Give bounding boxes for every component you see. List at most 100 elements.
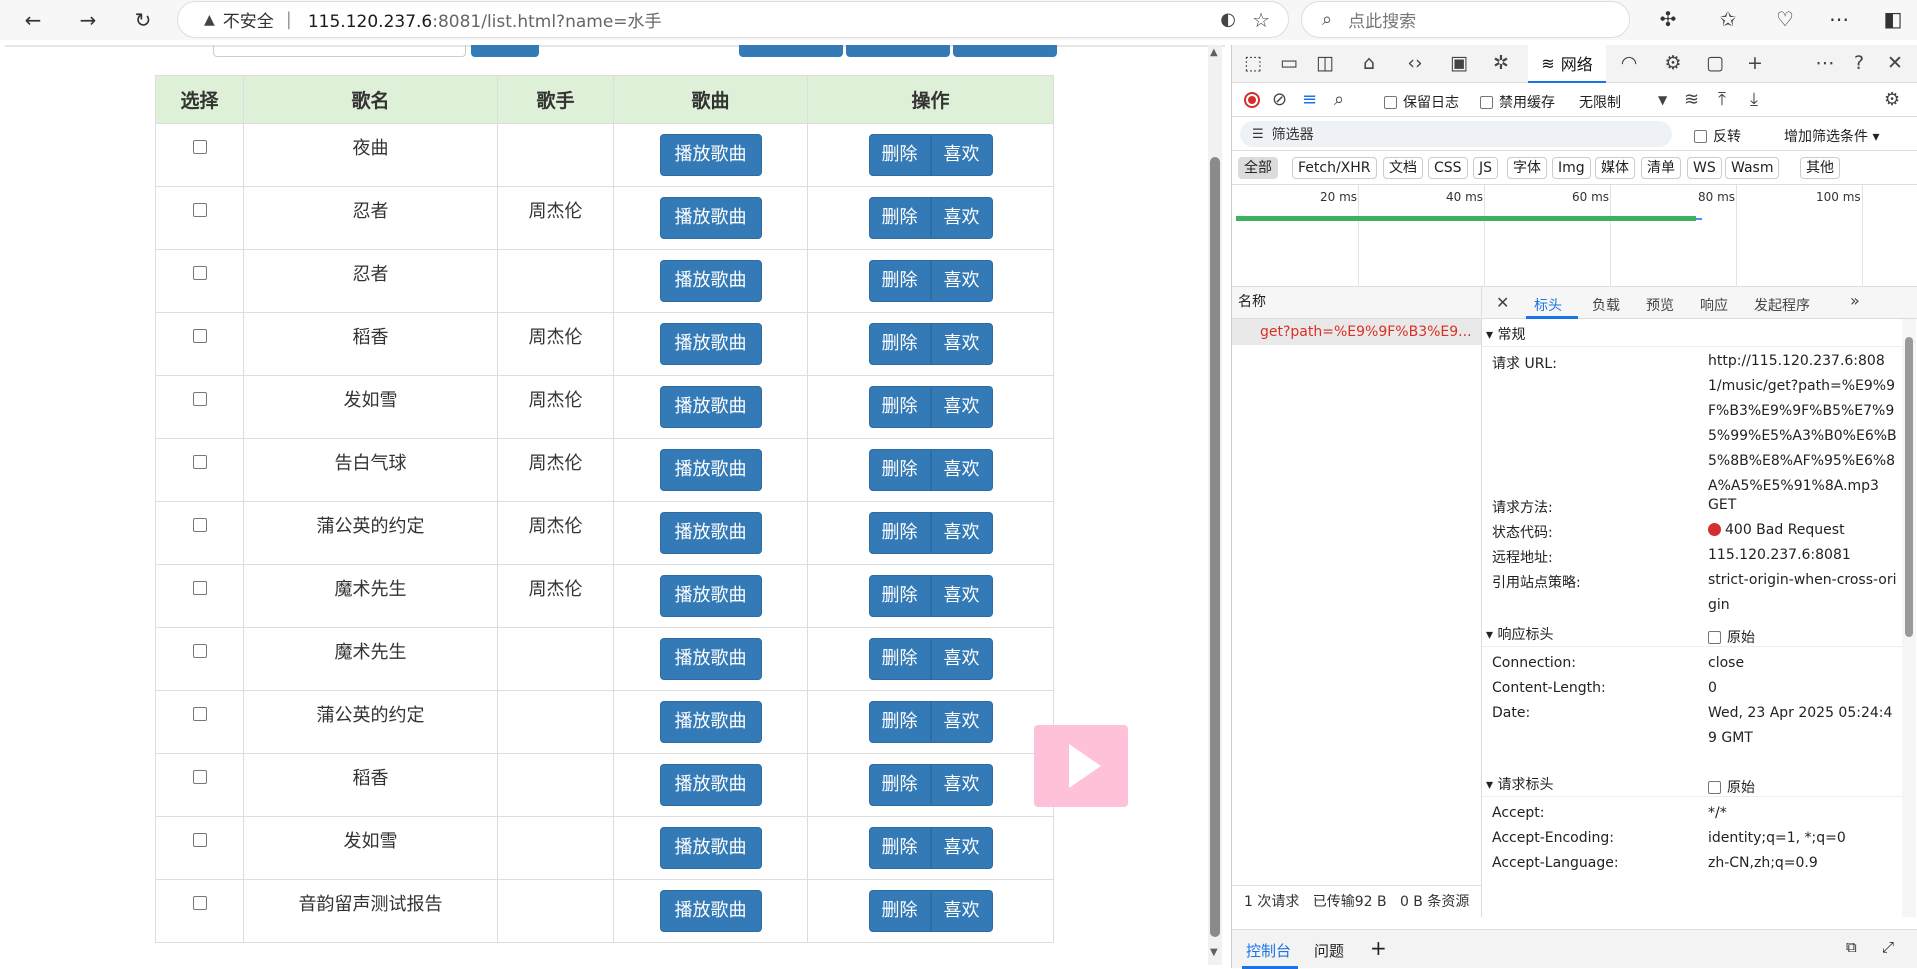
row-checkbox[interactable] [192, 266, 207, 280]
type-filter-media[interactable]: 媒体 [1595, 157, 1635, 179]
like-button[interactable]: 喜欢 [930, 764, 993, 806]
upload-icon[interactable]: ⤒ [1718, 89, 1726, 110]
delete-button[interactable]: 删除 [868, 512, 931, 554]
reload-icon[interactable]: ↻ [128, 5, 158, 35]
scroll-up-icon[interactable]: ▲ [1210, 47, 1218, 58]
delete-button[interactable]: 删除 [868, 449, 931, 491]
settings-gear-icon[interactable]: ⚙ [1660, 52, 1686, 74]
sidebar-icon[interactable]: ◧ [1880, 7, 1906, 31]
preserve-log-checkbox[interactable]: 保留日志 [1384, 92, 1459, 112]
song-search-input[interactable] [213, 45, 466, 57]
like-button[interactable]: 喜欢 [930, 638, 993, 680]
play-song-button[interactable]: 播放歌曲 [659, 638, 762, 680]
drawer-add-icon[interactable]: + [1370, 936, 1387, 960]
play-song-button[interactable]: 播放歌曲 [659, 890, 762, 932]
add-tab-icon[interactable]: + [1742, 52, 1768, 74]
welcome-icon[interactable]: ⌂ [1356, 52, 1382, 74]
dock-drawer-icon[interactable]: ⧉ [1846, 938, 1857, 956]
like-button[interactable]: 喜欢 [930, 386, 993, 428]
favorites-icon[interactable]: ✩ [1715, 7, 1741, 31]
page-scrollbar[interactable]: ▲ ▼ [1208, 45, 1222, 965]
floating-play-button[interactable] [1034, 725, 1128, 807]
filter-input[interactable]: ☰ 筛选器 [1240, 121, 1672, 147]
type-filter-js[interactable]: JS [1473, 157, 1499, 179]
delete-button[interactable]: 删除 [868, 827, 931, 869]
search-box[interactable]: ⌕ 点此搜索 [1301, 1, 1630, 38]
browser-essentials-icon[interactable]: ♡ [1772, 7, 1798, 31]
play-song-button[interactable]: 播放歌曲 [659, 827, 762, 869]
more-filters-dropdown[interactable]: 增加筛选条件 ▾ [1784, 126, 1879, 146]
disable-cache-checkbox[interactable]: 禁用缓存 [1480, 92, 1555, 112]
type-filter-doc[interactable]: 文档 [1383, 157, 1423, 179]
play-song-button[interactable]: 播放歌曲 [659, 575, 762, 617]
type-filter-img[interactable]: Img [1552, 157, 1591, 179]
like-button[interactable]: 喜欢 [930, 512, 993, 554]
toolbar-button-1[interactable] [739, 45, 843, 57]
forward-icon[interactable]: → [73, 5, 103, 35]
network-timeline[interactable]: 20 ms 40 ms 60 ms 80 ms 100 ms [1232, 185, 1917, 287]
like-button[interactable]: 喜欢 [930, 890, 993, 932]
row-checkbox[interactable] [192, 896, 207, 910]
like-button[interactable]: 喜欢 [930, 701, 993, 743]
row-checkbox[interactable] [192, 140, 207, 154]
row-checkbox[interactable] [192, 833, 207, 847]
expand-drawer-icon[interactable]: ⤢ [1882, 938, 1894, 956]
sources-icon[interactable]: ✲ [1488, 52, 1514, 74]
more-tabs-icon[interactable]: » [1850, 291, 1860, 310]
delete-button[interactable]: 删除 [868, 134, 931, 176]
delete-button[interactable]: 删除 [868, 638, 931, 680]
row-checkbox[interactable] [192, 644, 207, 658]
row-checkbox[interactable] [192, 392, 207, 406]
more-tools-icon[interactable]: ⋯ [1812, 52, 1838, 74]
request-headers-section-header[interactable]: ▾ 请求标头 [1482, 773, 1902, 797]
play-song-button[interactable]: 播放歌曲 [659, 260, 762, 302]
tab-initiator[interactable]: 发起程序 [1754, 295, 1810, 315]
response-raw-checkbox[interactable]: 原始 [1708, 627, 1755, 647]
favorite-star-icon[interactable]: ☆ [1252, 8, 1270, 32]
tab-response[interactable]: 响应 [1700, 295, 1728, 315]
tab-network[interactable]: ≋ 网络 [1528, 45, 1606, 83]
request-raw-checkbox[interactable]: 原始 [1708, 777, 1755, 797]
performance-icon[interactable]: ◠ [1616, 52, 1642, 74]
delete-button[interactable]: 删除 [868, 701, 931, 743]
play-song-button[interactable]: 播放歌曲 [659, 197, 762, 239]
play-song-button[interactable]: 播放歌曲 [659, 512, 762, 554]
more-icon[interactable]: ⋯ [1826, 7, 1852, 31]
dock-icon[interactable]: ◫ [1312, 52, 1338, 74]
delete-button[interactable]: 删除 [868, 197, 931, 239]
delete-button[interactable]: 删除 [868, 260, 931, 302]
close-detail-icon[interactable]: ✕ [1496, 293, 1509, 312]
delete-button[interactable]: 删除 [868, 323, 931, 365]
application-icon[interactable]: ▢ [1702, 52, 1728, 74]
elements-icon[interactable]: ‹› [1402, 52, 1428, 74]
close-devtools-icon[interactable]: ✕ [1882, 52, 1908, 74]
type-filter-css[interactable]: CSS [1428, 157, 1468, 179]
clear-icon[interactable]: ⊘ [1272, 89, 1287, 110]
toolbar-button-2[interactable] [846, 45, 950, 57]
download-icon[interactable]: ⤓ [1750, 89, 1758, 110]
back-icon[interactable]: ← [18, 5, 48, 35]
play-song-button[interactable]: 播放歌曲 [659, 386, 762, 428]
name-column-header[interactable]: 名称 [1232, 287, 1481, 319]
tab-payload[interactable]: 负载 [1592, 295, 1620, 315]
general-section-header[interactable]: ▾ 常规 [1482, 323, 1902, 347]
type-filter-font[interactable]: 字体 [1507, 157, 1547, 179]
device-icon[interactable]: ▭ [1276, 52, 1302, 74]
row-checkbox[interactable] [192, 770, 207, 784]
warning-icon[interactable]: ▲ [204, 12, 215, 28]
type-filter-other[interactable]: 其他 [1800, 157, 1840, 179]
network-settings-icon[interactable]: ⚙ [1884, 89, 1900, 110]
like-button[interactable]: 喜欢 [930, 575, 993, 617]
detail-scrollbar[interactable] [1902, 319, 1916, 917]
delete-button[interactable]: 删除 [868, 386, 931, 428]
console-icon[interactable]: ▣ [1446, 52, 1472, 74]
play-song-button[interactable]: 播放歌曲 [659, 701, 762, 743]
row-checkbox[interactable] [192, 203, 207, 217]
row-checkbox[interactable] [192, 581, 207, 595]
invert-checkbox[interactable]: 反转 [1694, 126, 1741, 146]
type-filter-ws[interactable]: WS [1687, 157, 1722, 179]
url-text[interactable]: 115.120.237.6:8081/list.html?name=水手 [308, 7, 662, 32]
like-button[interactable]: 喜欢 [930, 134, 993, 176]
inspect-icon[interactable]: ⬚ [1240, 52, 1266, 74]
toolbar-button-3[interactable] [953, 45, 1057, 57]
